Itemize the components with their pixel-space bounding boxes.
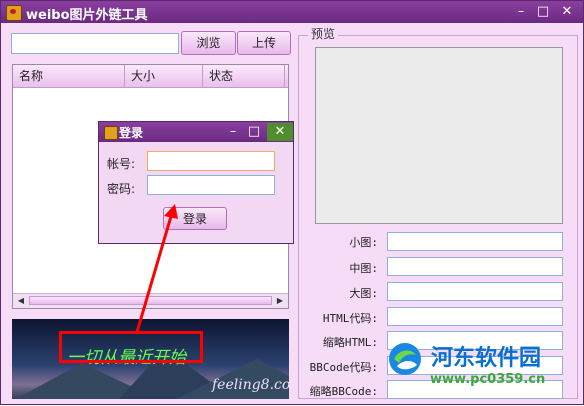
watermark-logo-icon xyxy=(389,343,421,375)
login-dialog: 登录 – □ ✕ 帐号: 密码: 登录 xyxy=(98,121,294,244)
medium-image-field[interactable] xyxy=(387,257,563,276)
login-title-bar[interactable]: 登录 – □ ✕ xyxy=(99,122,293,142)
title-bar[interactable]: weibo图片外链工具 – □ ✕ xyxy=(1,1,583,23)
html-code-label: HTML代码: xyxy=(322,312,378,325)
password-label: 密码: xyxy=(107,182,136,196)
watermark-url: www.pc0359.cn xyxy=(430,372,546,387)
small-image-label: 小图: xyxy=(349,236,378,249)
file-path-input[interactable] xyxy=(11,33,179,54)
thumb-html-label: 缩略HTML: xyxy=(322,336,378,349)
maximize-icon[interactable]: □ xyxy=(533,3,553,21)
main-window: weibo图片外链工具 – □ ✕ 浏览 上传 名称 大小 状态 ◀ ▶ 一切从… xyxy=(0,0,584,405)
password-input[interactable] xyxy=(147,175,275,195)
medium-image-label: 中图: xyxy=(349,262,378,275)
window-title: weibo图片外链工具 xyxy=(26,8,148,23)
bbcode-label: BBCode代码: xyxy=(309,361,378,374)
watermark-title: 河东软件园 xyxy=(431,346,542,371)
thumb-bbcode-label: 缩略BBCode: xyxy=(309,385,378,398)
large-image-label: 大图: xyxy=(349,287,378,300)
scroll-right-icon[interactable]: ▶ xyxy=(273,295,287,307)
preview-group-title: 预览 xyxy=(308,25,339,42)
scroll-left-icon[interactable]: ◀ xyxy=(14,295,28,307)
login-title: 登录 xyxy=(119,126,144,140)
highlight-box xyxy=(59,331,203,363)
column-status[interactable]: 状态 xyxy=(203,65,285,87)
horizontal-scrollbar[interactable]: ◀ ▶ xyxy=(13,293,288,308)
login-maximize-icon[interactable]: □ xyxy=(244,123,264,141)
login-minimize-icon[interactable]: – xyxy=(223,123,243,141)
login-app-icon xyxy=(104,126,118,140)
large-image-field[interactable] xyxy=(387,282,563,301)
account-input[interactable] xyxy=(147,151,275,171)
small-image-field[interactable] xyxy=(387,232,563,251)
close-icon[interactable]: ✕ xyxy=(557,3,577,21)
minimize-icon[interactable]: – xyxy=(511,3,531,21)
column-size[interactable]: 大小 xyxy=(125,65,203,87)
browse-button[interactable]: 浏览 xyxy=(181,31,236,55)
scroll-thumb[interactable] xyxy=(29,296,272,305)
upload-button[interactable]: 上传 xyxy=(237,31,291,55)
login-button[interactable]: 登录 xyxy=(163,207,227,230)
login-close-icon[interactable]: ✕ xyxy=(267,123,293,141)
html-code-field[interactable] xyxy=(387,307,563,326)
banner-signature: feeling8.com xyxy=(212,377,289,393)
account-label: 帐号: xyxy=(107,157,136,171)
file-list-header: 名称 大小 状态 xyxy=(13,65,288,88)
watermark: 河东软件园 www.pc0359.cn xyxy=(387,339,584,403)
app-icon xyxy=(6,5,22,21)
preview-area xyxy=(315,47,563,224)
column-name[interactable]: 名称 xyxy=(13,65,125,87)
